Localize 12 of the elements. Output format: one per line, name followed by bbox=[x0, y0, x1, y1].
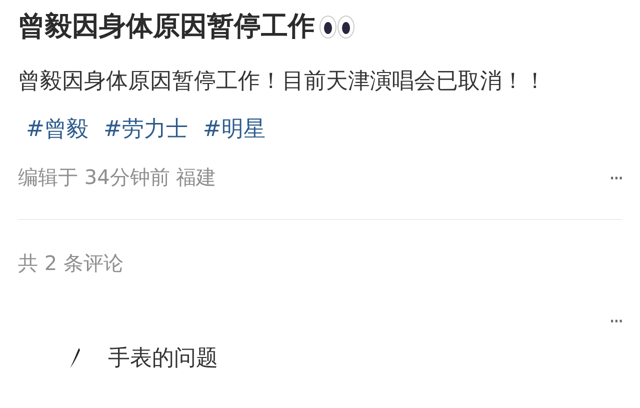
post-title: 曾毅因身体原因暂停工作 bbox=[18, 10, 315, 44]
more-button[interactable]: ··· bbox=[608, 166, 622, 190]
post-meta: 编辑于 34分钟前 福建 bbox=[18, 164, 216, 191]
hashtag-link[interactable]: #劳力士 bbox=[103, 117, 188, 142]
post-text: 曾毅因身体原因暂停工作！目前天津演唱会已取消！！ #曾毅 #劳力士 #明星 bbox=[18, 68, 547, 144]
comment-text: 手表的问题 bbox=[108, 345, 218, 373]
comment-count: 共 2 条评论 bbox=[18, 250, 124, 277]
stroke-icon bbox=[70, 348, 80, 368]
hashtag-link[interactable]: #曾毅 bbox=[26, 117, 88, 142]
eyes-icon bbox=[319, 15, 355, 39]
hashtag-link[interactable]: #明星 bbox=[202, 117, 266, 142]
more-button[interactable]: ··· bbox=[608, 309, 622, 333]
